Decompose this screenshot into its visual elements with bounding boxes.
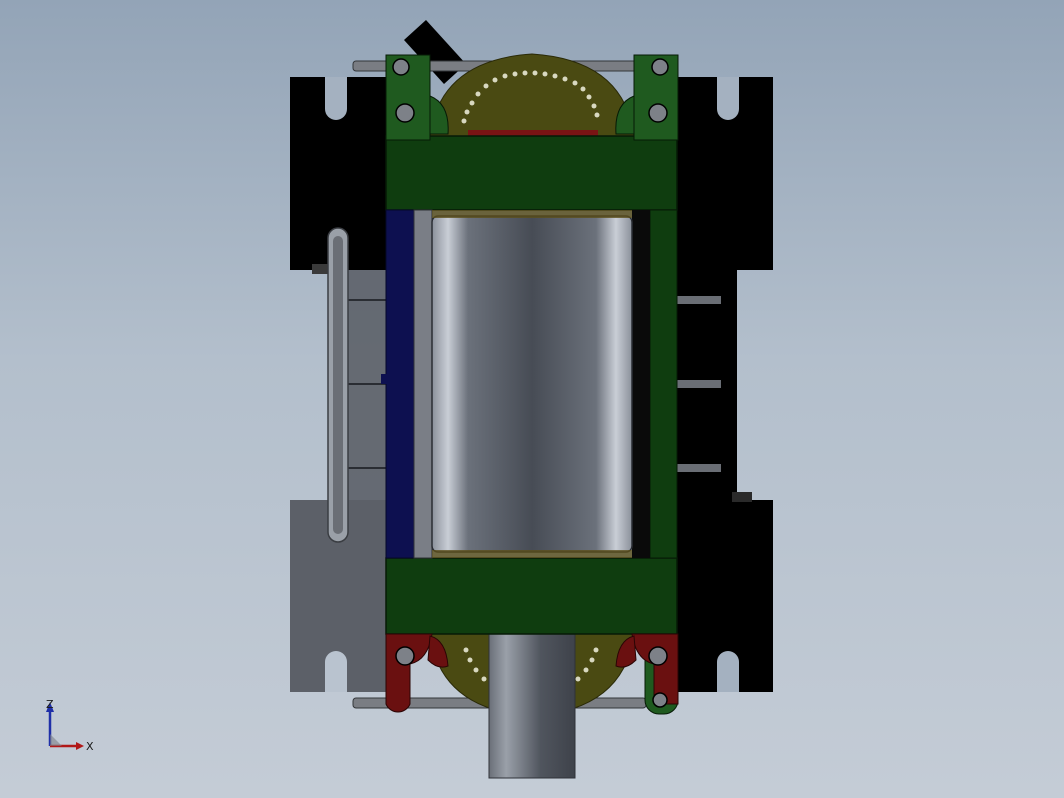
left-guide-rod[interactable] bbox=[327, 227, 349, 543]
main-cylinder[interactable] bbox=[431, 210, 633, 558]
x-axis-label: X bbox=[86, 740, 94, 753]
z-axis-label: Z bbox=[46, 698, 54, 711]
graphics-viewport[interactable] bbox=[0, 0, 1064, 798]
axis-triad: Z X bbox=[46, 698, 94, 753]
outlet-pipe[interactable] bbox=[488, 633, 576, 779]
right-mounting-block[interactable] bbox=[677, 77, 773, 692]
left-guide-rail[interactable] bbox=[381, 209, 433, 559]
